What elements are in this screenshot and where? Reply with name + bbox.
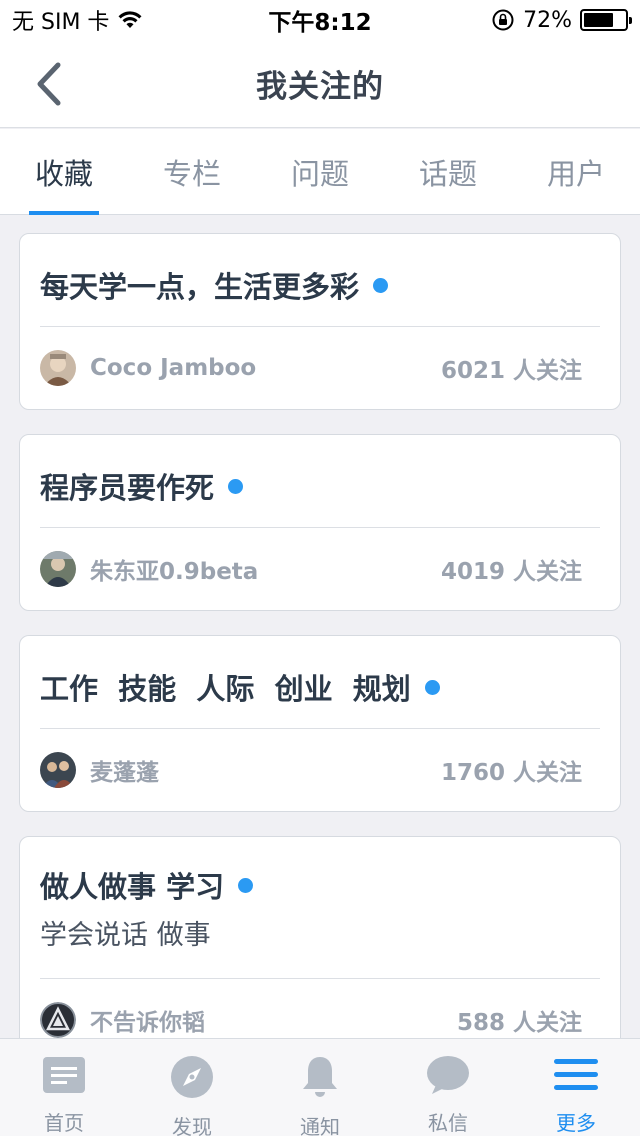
collection-list: 每天学一点，生活更多彩 Coco Jamboo 6021 人关注 程序员要作死 … (0, 216, 640, 1038)
author-name: Coco Jamboo (90, 355, 257, 381)
card-footer: 朱东亚0.9beta 4019 人关注 (40, 528, 600, 610)
card-description: 学会说话 做事 (40, 920, 211, 951)
card-footer: 不告诉你韬 588 人关注 (40, 979, 600, 1038)
nav-bar: 我关注的 (0, 40, 640, 128)
follower-count: 588 人关注 (456, 1010, 582, 1036)
menu-icon (553, 1055, 599, 1095)
author-name: 不告诉你韬 (90, 1010, 205, 1036)
avatar (40, 1002, 76, 1038)
status-left: 无 SIM 卡 (12, 4, 143, 36)
carrier-label: 无 SIM 卡 (12, 10, 110, 35)
rotation-lock-icon (491, 8, 515, 32)
tab-bar-label: 更多 (556, 1111, 596, 1135)
card-title-row: 做人做事 学习 (40, 837, 600, 911)
tab-bar-label: 发现 (172, 1115, 212, 1136)
tab-bar-label: 私信 (428, 1111, 468, 1135)
card-title-row: 工作 技能 人际 创业 规划 (40, 636, 600, 716)
status-bar: 无 SIM 卡 下午8:12 72% (0, 0, 640, 40)
update-dot-icon (373, 277, 389, 293)
compass-icon (169, 1055, 215, 1099)
battery-percent: 72% (523, 7, 572, 33)
page-title: 我关注的 (256, 69, 384, 105)
avatar (40, 551, 76, 587)
follower-count: 4019 人关注 (440, 559, 582, 585)
tab-bar-messages[interactable]: 私信 (384, 1039, 512, 1136)
tab-bar-more[interactable]: 更多 (512, 1039, 640, 1136)
card-title-row: 每天学一点，生活更多彩 (40, 234, 600, 314)
chevron-left-icon (37, 62, 61, 106)
card-title-row: 程序员要作死 (40, 435, 600, 515)
update-dot-icon (228, 478, 244, 494)
author[interactable]: 朱东亚0.9beta (40, 551, 258, 587)
card-footer: Coco Jamboo 6021 人关注 (40, 327, 600, 409)
home-icon (41, 1055, 87, 1095)
author[interactable]: 不告诉你韬 (40, 1002, 205, 1038)
wifi-icon (117, 10, 143, 30)
tab-bar-home[interactable]: 首页 (0, 1039, 128, 1136)
tab-bar-discover[interactable]: 发现 (128, 1039, 256, 1136)
bottom-tab-bar: 首页 发现 通知 私信 更多 (0, 1038, 640, 1136)
card-title: 程序员要作死 (40, 471, 215, 505)
tab-questions[interactable]: 问题 (256, 129, 384, 214)
avatar (40, 752, 76, 788)
author[interactable]: 麦蓬蓬 (40, 752, 159, 788)
battery-icon (580, 9, 632, 31)
tab-bar-notifications[interactable]: 通知 (256, 1039, 384, 1136)
battery-fill (584, 13, 613, 27)
chat-bubble-icon (425, 1055, 471, 1095)
status-right: 72% (491, 7, 632, 33)
collection-card[interactable]: 每天学一点，生活更多彩 Coco Jamboo 6021 人关注 (19, 233, 621, 410)
tab-bar-label: 通知 (300, 1115, 340, 1136)
follower-count: 6021 人关注 (440, 358, 582, 384)
update-dot-icon (238, 877, 254, 893)
tab-users[interactable]: 用户 (512, 129, 640, 214)
author-name: 朱东亚0.9beta (90, 559, 259, 585)
tab-favorites[interactable]: 收藏 (0, 129, 128, 215)
back-button[interactable] (26, 58, 70, 110)
author[interactable]: Coco Jamboo (40, 350, 256, 386)
bell-icon (297, 1055, 343, 1099)
card-title: 每天学一点，生活更多彩 (40, 270, 360, 304)
card-title: 做人做事 学习 (40, 870, 225, 904)
follower-count: 1760 人关注 (440, 760, 582, 786)
avatar (40, 350, 76, 386)
tabs: 收藏 专栏 问题 话题 用户 (0, 129, 640, 215)
author-name: 麦蓬蓬 (90, 760, 159, 786)
collection-card[interactable]: 做人做事 学习 学会说话 做事 不告诉你韬 588 人关注 (19, 836, 621, 1038)
collection-card[interactable]: 工作 技能 人际 创业 规划 麦蓬蓬 1760 人关注 (19, 635, 621, 812)
tab-bar-label: 首页 (44, 1111, 84, 1135)
tab-topics[interactable]: 话题 (384, 129, 512, 214)
tab-columns[interactable]: 专栏 (128, 129, 256, 214)
card-footer: 麦蓬蓬 1760 人关注 (40, 729, 600, 811)
collection-card[interactable]: 程序员要作死 朱东亚0.9beta 4019 人关注 (19, 434, 621, 611)
update-dot-icon (424, 679, 440, 695)
card-title: 工作 技能 人际 创业 规划 (40, 672, 411, 706)
